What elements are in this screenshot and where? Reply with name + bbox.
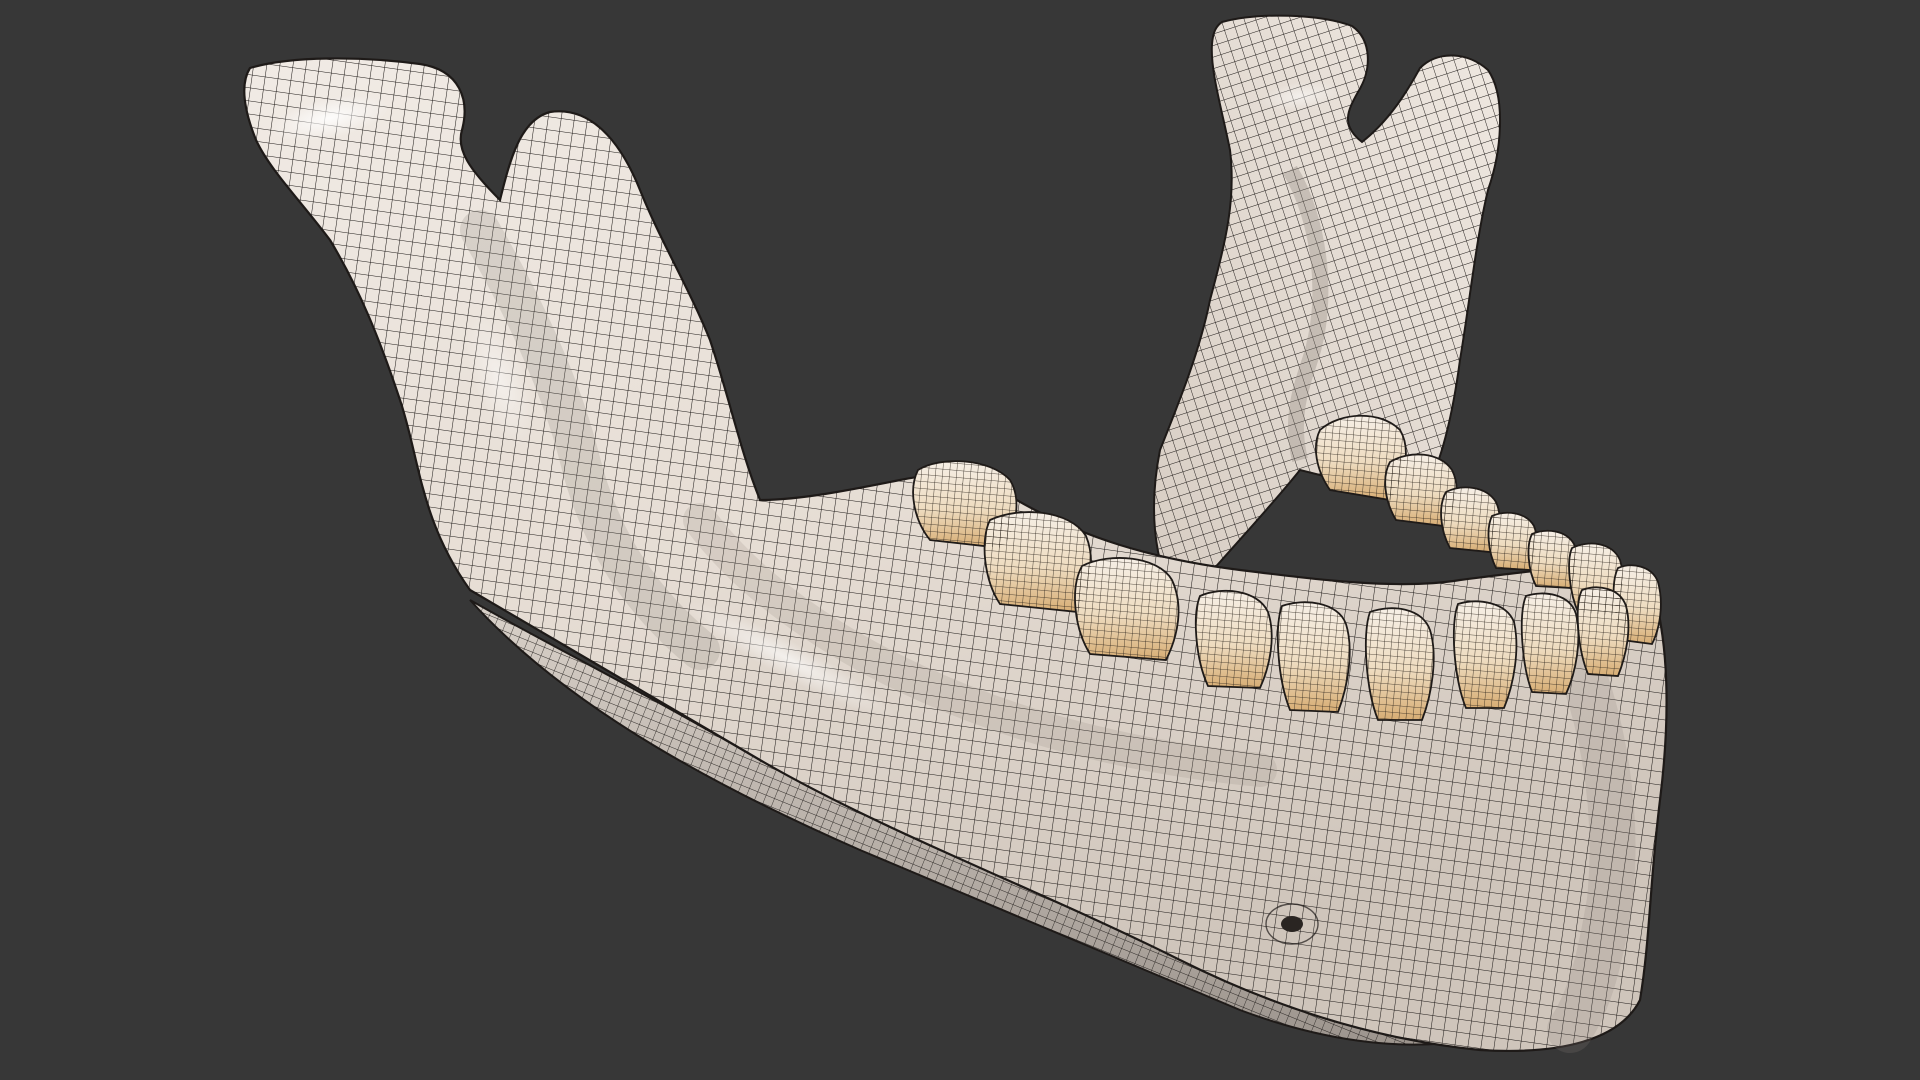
mental-foramen — [1281, 916, 1303, 932]
mandible-render — [243, 14, 1668, 1053]
3d-viewport[interactable] — [0, 0, 1920, 1080]
